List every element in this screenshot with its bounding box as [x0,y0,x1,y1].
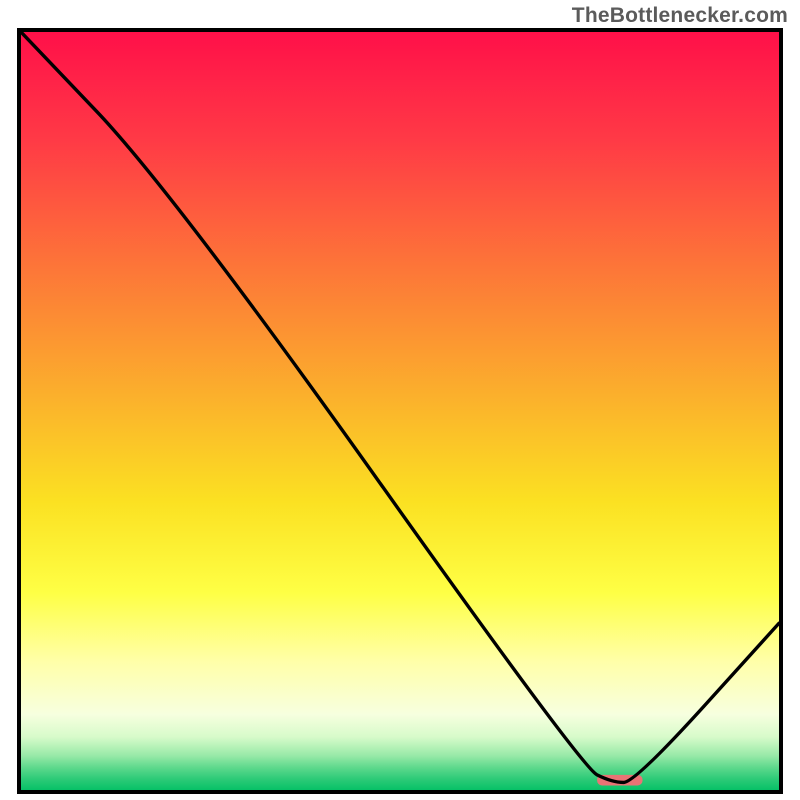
chart-background [21,32,779,790]
bottleneck-chart [21,32,779,790]
chart-frame [17,28,783,794]
watermark-text: TheBottlenecker.com [572,4,788,28]
